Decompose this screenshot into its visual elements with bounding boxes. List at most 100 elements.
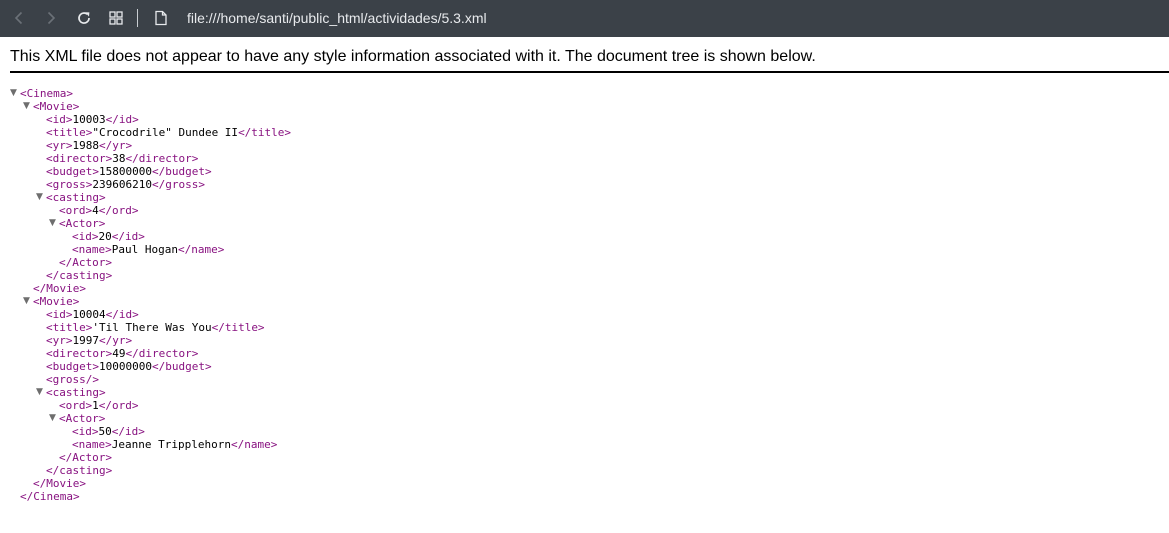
xml-close-tag: </director> xyxy=(125,152,199,165)
xml-open-tag: <gross> xyxy=(46,178,93,191)
xml-tree-line: <yr>1988</yr> xyxy=(0,139,291,152)
forward-icon[interactable] xyxy=(41,8,61,28)
xml-tree-line: <gross/> xyxy=(0,373,291,386)
xml-text-content: 15800000 xyxy=(98,165,152,178)
back-icon[interactable] xyxy=(9,8,29,28)
xml-open-tag: <yr> xyxy=(46,139,73,152)
browser-toolbar: file:///home/santi/public_html/actividad… xyxy=(0,0,1169,37)
xml-close-tag: </Movie> xyxy=(33,282,86,295)
xml-tree-line: <ord>4</ord> xyxy=(0,204,291,217)
xml-tree-line: </Actor> xyxy=(0,451,291,464)
xml-text-content: 10004 xyxy=(72,308,106,321)
xml-text-content: 49 xyxy=(112,347,126,360)
xml-tree-line: <director>38</director> xyxy=(0,152,291,165)
xml-tree-line: <id>10003</id> xyxy=(0,113,291,126)
xml-tree-line: <title>'Til There Was You</title> xyxy=(0,321,291,334)
xml-close-tag: </Cinema> xyxy=(20,490,80,503)
xml-close-tag: </casting> xyxy=(46,464,113,477)
xml-open-tag: <Actor> xyxy=(59,217,106,230)
xml-tree-line: <ord>1</ord> xyxy=(0,399,291,412)
xml-tree-line: ▼ <casting> xyxy=(0,191,291,204)
xml-close-tag: </ord> xyxy=(98,204,139,217)
reload-icon[interactable] xyxy=(74,8,94,28)
xml-tree-line: <id>50</id> xyxy=(0,425,291,438)
xml-close-tag: </name> xyxy=(177,243,225,256)
xml-close-tag: </title> xyxy=(211,321,265,334)
xml-tree-line: <id>20</id> xyxy=(0,230,291,243)
xml-tree-line: ▼ <Movie> xyxy=(0,295,291,308)
xml-close-tag: </yr> xyxy=(99,334,133,347)
xml-close-tag: </Actor> xyxy=(59,256,112,269)
xml-tree-line: ▼ <Movie> xyxy=(0,100,291,113)
document-icon xyxy=(151,8,171,28)
xml-open-tag: <gross/> xyxy=(46,373,99,386)
xml-tree-line: <budget>10000000</budget> xyxy=(0,360,291,373)
collapse-triangle-icon[interactable]: ▼ xyxy=(36,386,46,399)
xml-close-tag: </yr> xyxy=(99,139,133,152)
toolbar-separator xyxy=(137,9,138,27)
xml-close-tag: </budget> xyxy=(151,360,212,373)
xml-close-tag: </casting> xyxy=(46,269,113,282)
xml-text-content: Jeanne Tripplehorn xyxy=(111,438,231,451)
xml-close-tag: </title> xyxy=(238,126,292,139)
xml-open-tag: <director> xyxy=(46,152,113,165)
xml-tree-line: </casting> xyxy=(0,464,291,477)
xml-tree-line: <yr>1997</yr> xyxy=(0,334,291,347)
xml-text-content: 1997 xyxy=(72,334,100,347)
collapse-triangle-icon[interactable]: ▼ xyxy=(36,191,46,204)
grid-icon[interactable] xyxy=(106,8,126,28)
address-bar-url[interactable]: file:///home/santi/public_html/actividad… xyxy=(187,9,487,27)
xml-open-tag: <Actor> xyxy=(59,412,106,425)
xml-tree-line: <director>49</director> xyxy=(0,347,291,360)
xml-close-tag: </id> xyxy=(111,425,145,438)
xml-open-tag: <budget> xyxy=(46,360,99,373)
xml-text-content: 1988 xyxy=(72,139,100,152)
xml-close-tag: </budget> xyxy=(151,165,212,178)
xml-tree-line: </Cinema> xyxy=(0,490,291,503)
collapse-triangle-icon[interactable]: ▼ xyxy=(49,412,59,425)
xml-close-tag: </Movie> xyxy=(33,477,86,490)
xml-open-tag: <yr> xyxy=(46,334,73,347)
xml-close-tag: </director> xyxy=(125,347,199,360)
xml-tree-line: <id>10004</id> xyxy=(0,308,291,321)
xml-close-tag: </id> xyxy=(105,308,139,321)
xml-close-tag: </name> xyxy=(230,438,278,451)
xml-open-tag: <name> xyxy=(72,243,112,256)
xml-tree-line: <gross>239606210</gross> xyxy=(0,178,291,191)
xml-open-tag: <ord> xyxy=(59,399,93,412)
xml-close-tag: </id> xyxy=(105,113,139,126)
xml-open-tag: <Cinema> xyxy=(20,87,73,100)
xml-open-tag: <title> xyxy=(46,126,93,139)
xml-open-tag: <Movie> xyxy=(33,100,80,113)
collapse-triangle-icon[interactable]: ▼ xyxy=(23,295,33,308)
xml-open-tag: <ord> xyxy=(59,204,93,217)
xml-open-tag: <director> xyxy=(46,347,113,360)
xml-open-tag: <id> xyxy=(72,230,99,243)
xml-open-tag: <id> xyxy=(72,425,99,438)
xml-text-content: 50 xyxy=(98,425,112,438)
xml-open-tag: <id> xyxy=(46,113,73,126)
xml-close-tag: </ord> xyxy=(98,399,139,412)
xml-close-tag: </id> xyxy=(111,230,145,243)
xml-open-tag: <Movie> xyxy=(33,295,80,308)
xml-tree-line: </Movie> xyxy=(0,477,291,490)
xml-tree-line: <title>"Crocodrile" Dundee II</title> xyxy=(0,126,291,139)
collapse-triangle-icon[interactable]: ▼ xyxy=(10,87,20,100)
xml-text-content: "Crocodrile" Dundee II xyxy=(92,126,239,139)
xml-text-content: 10003 xyxy=(72,113,106,126)
xml-open-tag: <id> xyxy=(46,308,73,321)
xml-open-tag: <casting> xyxy=(46,191,106,204)
xml-tree-line: <name>Jeanne Tripplehorn</name> xyxy=(0,438,291,451)
xml-text-content: 4 xyxy=(92,204,99,217)
xml-tree-line: <name>Paul Hogan</name> xyxy=(0,243,291,256)
collapse-triangle-icon[interactable]: ▼ xyxy=(49,217,59,230)
xml-text-content: 10000000 xyxy=(98,360,152,373)
xml-tree-line: </Actor> xyxy=(0,256,291,269)
xml-text-content: 20 xyxy=(98,230,112,243)
xml-tree-line: <budget>15800000</budget> xyxy=(0,165,291,178)
xml-tree-line: ▼ <casting> xyxy=(0,386,291,399)
collapse-triangle-icon[interactable]: ▼ xyxy=(23,100,33,113)
xml-text-content: 239606210 xyxy=(92,178,152,191)
xml-tree-line: </Movie> xyxy=(0,282,291,295)
xml-text-content: 'Til There Was You xyxy=(92,321,212,334)
